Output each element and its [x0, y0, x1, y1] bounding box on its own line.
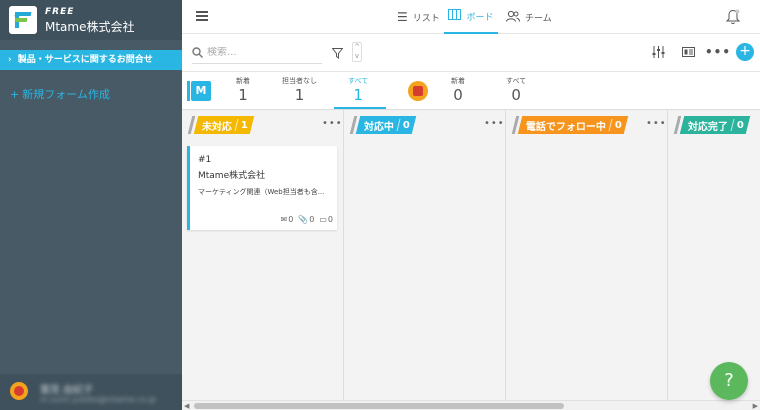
inquiry-card[interactable]: #1 Mtame株式会社 マーケティング関連（Web担当者も含... ✉ 0 📎 0…	[187, 146, 337, 230]
stat-label: 新着	[236, 77, 250, 85]
search-input[interactable]	[207, 47, 307, 58]
more-icon[interactable]: •••	[705, 44, 730, 60]
settings-sliders-icon[interactable]	[650, 44, 666, 60]
sort-icon[interactable]: ^ v	[352, 42, 362, 62]
user-account[interactable]: 鷲見 由紀子 m.sumi.yukiko@mtame.co.jp	[0, 374, 182, 410]
status-badge[interactable]: 電話でフォロー中 0	[517, 116, 629, 134]
paperclip-icon: 📎	[298, 215, 309, 224]
search-icon	[192, 47, 203, 58]
scroll-right-icon[interactable]: ▶	[753, 401, 758, 410]
team-badge[interactable]: M	[187, 81, 211, 101]
column-more-icon[interactable]: •••	[646, 118, 667, 129]
user-email: m.sumi.yukiko@mtame.co.jp	[40, 395, 157, 404]
card-view-icon[interactable]	[680, 44, 696, 60]
stat-my-all[interactable]: すべて 0	[506, 76, 526, 104]
card-note-count: ▭ 0	[319, 215, 333, 224]
team-icon	[506, 10, 520, 25]
board-column-untouched: 未対応 1 ••• #1 Mtame株式会社 マーケティング関連（Web担当者も…	[182, 110, 344, 400]
user-name: 鷲見 由紀子	[40, 385, 94, 396]
column-count: 0	[615, 119, 622, 131]
bell-icon[interactable]	[725, 9, 741, 25]
board-icon	[448, 9, 462, 23]
scroll-left-icon[interactable]: ◀	[184, 401, 189, 410]
column-header: 対応完了 0	[673, 116, 751, 134]
chevron-right-icon: ›	[8, 55, 12, 65]
stat-unassigned[interactable]: 担当者なし 1	[282, 76, 317, 104]
card-meta: ✉ 0 📎 0 ▭ 0	[280, 215, 333, 224]
stat-value: 1	[294, 86, 305, 104]
column-title: 対応完了	[688, 121, 728, 133]
stat-label: すべて	[348, 77, 369, 85]
stat-new[interactable]: 新着 1	[236, 76, 250, 104]
stat-value: 1	[353, 86, 363, 104]
kanban-board: 未対応 1 ••• #1 Mtame株式会社 マーケティング関連（Web担当者も…	[182, 110, 760, 400]
help-button[interactable]: ?	[710, 362, 748, 400]
tab-team-label: チーム	[525, 13, 552, 24]
card-number: #1	[198, 155, 212, 165]
scrollbar-thumb[interactable]	[194, 403, 564, 409]
column-count: 1	[241, 119, 248, 131]
column-header: 対応中 0	[349, 116, 417, 134]
add-button[interactable]: +	[736, 43, 754, 61]
board-column-in-progress: 対応中 0 •••	[344, 110, 506, 400]
avatar[interactable]	[408, 81, 428, 101]
avatar[interactable]	[10, 382, 28, 400]
search-box	[192, 42, 322, 64]
card-description: マーケティング関連（Web担当者も含...	[198, 188, 325, 196]
stat-my-new[interactable]: 新着 0	[451, 76, 465, 104]
column-header: 電話でフォロー中 0	[511, 116, 629, 134]
tab-list[interactable]: ☰ リスト	[397, 0, 440, 34]
active-stat-underline	[334, 107, 386, 109]
stat-label: すべて	[506, 77, 527, 85]
menu-icon[interactable]	[196, 11, 208, 21]
column-header: 未対応 1	[187, 116, 255, 134]
stat-all[interactable]: すべて 1	[348, 76, 368, 104]
formrun-logo[interactable]	[9, 6, 37, 34]
column-title: 未対応	[202, 121, 232, 133]
card-title: Mtame株式会社	[198, 171, 266, 181]
column-more-icon[interactable]: •••	[484, 118, 505, 129]
plan-label: FREE	[45, 7, 75, 17]
company-name[interactable]: Mtame株式会社	[45, 18, 135, 35]
stat-value: 0	[511, 86, 521, 104]
sidebar-item-form[interactable]: › 製品・サービスに関するお問合せ	[0, 50, 182, 70]
column-more-icon[interactable]: •••	[322, 118, 343, 129]
tab-team[interactable]: チーム	[506, 0, 552, 34]
email-count-value: 0	[288, 215, 294, 224]
top-bar: ☰ リスト ボード チーム	[182, 0, 760, 34]
board-column-phone-follow: 電話でフォロー中 0 •••	[506, 110, 668, 400]
stat-label: 担当者なし	[282, 77, 317, 85]
column-title: 電話でフォロー中	[526, 121, 606, 133]
new-form-link[interactable]: + 新規フォーム作成	[10, 86, 110, 102]
stat-value: 0	[453, 86, 463, 104]
status-badge[interactable]: 対応中 0	[355, 116, 417, 134]
filter-icon[interactable]	[331, 44, 344, 63]
board-column-done: 対応完了 0	[668, 110, 760, 400]
attachment-count-value: 0	[309, 215, 315, 224]
plus-icon: +	[10, 88, 20, 101]
card-email-count: ✉ 0	[280, 215, 293, 224]
tab-list-label: リスト	[412, 13, 440, 24]
status-badge[interactable]: 対応完了 0	[679, 116, 751, 134]
column-title: 対応中	[364, 121, 394, 133]
note-icon: ▭	[319, 215, 327, 224]
column-count: 0	[403, 119, 410, 131]
tab-board[interactable]: ボード	[444, 0, 498, 34]
card-attachment-count: 📎 0	[298, 215, 314, 224]
stats-bar: M 新着 1 担当者なし 1 すべて 1 新着 0 すべて 0	[182, 72, 760, 110]
toolbar: ^v ••• +	[182, 34, 760, 72]
horizontal-scrollbar[interactable]: ◀ ▶	[182, 400, 760, 410]
list-icon: ☰	[397, 10, 408, 24]
mail-icon: ✉	[280, 215, 288, 224]
column-count: 0	[737, 119, 744, 131]
new-form-label: 新規フォーム作成	[22, 88, 110, 101]
note-count-value: 0	[327, 215, 333, 224]
sidebar-item-label: 製品・サービスに関するお問合せ	[17, 55, 153, 65]
stat-value: 1	[238, 86, 248, 104]
status-badge[interactable]: 未対応 1	[193, 116, 255, 134]
sidebar: FREE Mtame株式会社 › 製品・サービスに関するお問合せ + 新規フォーム作…	[0, 0, 182, 410]
stat-label: 新着	[451, 77, 465, 85]
brand-header: FREE Mtame株式会社	[0, 0, 182, 40]
tab-board-label: ボード	[466, 12, 494, 23]
